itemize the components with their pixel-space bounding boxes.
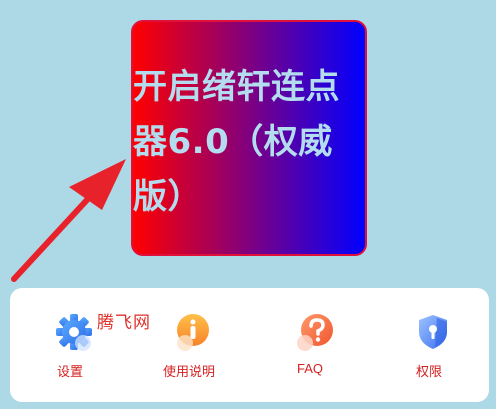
menu-item-settings-label: 设置 [56,364,83,379]
menu-item-instructions[interactable]: 使用说明 [139,308,239,388]
info-icon [177,314,209,351]
gear-icon [56,314,92,351]
bottom-menu-panel: 腾飞网 设置 使用说明 FAQ 权限 [10,288,489,402]
shield-lock-icon [419,315,447,349]
menu-item-faq[interactable]: FAQ [260,308,360,388]
question-icon [297,314,333,351]
menu-item-instructions-label: 使用说明 [162,364,215,379]
menu-item-permissions[interactable]: 权限 [379,308,479,388]
menu-item-permissions-label: 权限 [415,364,442,379]
hero-title: 开启绪轩连点器6.0（权威版） [133,67,340,217]
menu-item-faq-label: FAQ [296,361,323,376]
menu-item-settings[interactable]: 设置 [20,308,120,388]
open-clicker-card[interactable]: 开启绪轩连点器6.0（权威版） [131,20,367,256]
menu-row: 设置 使用说明 FAQ 权限 [10,308,489,402]
